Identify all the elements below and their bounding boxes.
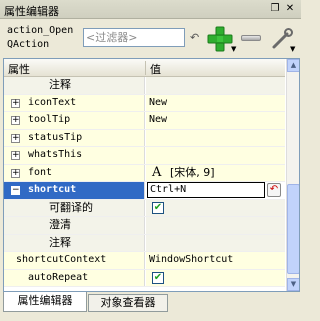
table-row[interactable]: + font A [宋体, 9] bbox=[4, 164, 285, 182]
table-row[interactable]: autoRepeat ✔ bbox=[4, 269, 285, 287]
header-value[interactable]: 值 bbox=[150, 61, 161, 77]
table-row-selected[interactable]: − shortcut Ctrl+N ↶ bbox=[4, 182, 285, 200]
vertical-scrollbar[interactable]: ▲ ▼ bbox=[286, 59, 299, 291]
table-row[interactable]: + toolTip New bbox=[4, 112, 285, 130]
table-header: 属性 值 bbox=[4, 59, 285, 77]
property-name: 可翻译的 bbox=[49, 200, 93, 214]
scroll-thumb[interactable] bbox=[287, 184, 299, 274]
shortcut-edit-field[interactable]: Ctrl+N bbox=[147, 182, 265, 198]
expand-icon[interactable]: + bbox=[11, 168, 20, 178]
tab-property-editor[interactable]: 属性编辑器 bbox=[3, 292, 87, 312]
property-name: whatsThis bbox=[28, 149, 83, 160]
checkbox-checked[interactable]: ✔ bbox=[152, 201, 164, 214]
property-name: font bbox=[28, 166, 53, 178]
clear-filter-icon[interactable]: ↶ bbox=[190, 31, 199, 44]
property-name: shortcutContext bbox=[16, 254, 107, 265]
property-value[interactable]: WindowShortcut bbox=[149, 252, 233, 268]
filter-input[interactable]: <过滤器> bbox=[83, 28, 185, 47]
collapse-icon[interactable]: − bbox=[11, 186, 20, 195]
scroll-down-icon[interactable]: ▼ bbox=[287, 278, 299, 291]
property-name: toolTip bbox=[28, 114, 71, 125]
property-name: statusTip bbox=[28, 131, 83, 143]
expand-icon[interactable]: + bbox=[11, 98, 20, 108]
property-name: 注释 bbox=[49, 235, 71, 249]
panel-titlebar: 属性编辑器 ❐ ✕ bbox=[0, 0, 301, 19]
config-dropdown-icon[interactable]: ▼ bbox=[290, 45, 295, 53]
checkbox-checked[interactable]: ✔ bbox=[152, 271, 164, 284]
property-name: shortcut bbox=[28, 184, 77, 195]
font-icon: A bbox=[152, 164, 162, 180]
plus-icon[interactable] bbox=[207, 26, 233, 52]
property-name: 注释 bbox=[49, 78, 71, 91]
property-rows: 注释 + iconText New + toolTip New + status… bbox=[4, 77, 285, 287]
tab-object-inspector[interactable]: 对象查看器 bbox=[88, 294, 168, 312]
property-name: 澄清 bbox=[49, 218, 71, 231]
table-row[interactable]: + iconText New bbox=[4, 94, 285, 112]
add-dropdown-icon[interactable]: ▼ bbox=[231, 45, 236, 53]
minus-icon[interactable] bbox=[241, 35, 261, 41]
property-name: autoRepeat bbox=[28, 271, 89, 283]
property-toolbar: action_Open QAction <过滤器> ↶ ▼ ▼ bbox=[0, 19, 301, 57]
property-value[interactable]: New bbox=[149, 112, 167, 128]
panel-title: 属性编辑器 bbox=[4, 5, 59, 18]
scroll-up-icon[interactable]: ▲ bbox=[287, 59, 299, 72]
expand-icon[interactable]: + bbox=[11, 116, 20, 125]
table-row[interactable]: 注释 bbox=[4, 234, 285, 252]
table-row[interactable]: shortcutContext WindowShortcut bbox=[4, 252, 285, 270]
dock-tabs: 属性编辑器 对象查看器 bbox=[0, 292, 301, 321]
table-row[interactable]: + whatsThis bbox=[4, 147, 285, 165]
table-row[interactable]: 澄清 bbox=[4, 217, 285, 235]
object-name-label: action_Open QAction bbox=[7, 24, 73, 52]
property-value[interactable]: New bbox=[149, 95, 167, 111]
object-name: action_Open bbox=[7, 25, 74, 36]
header-divider[interactable] bbox=[145, 61, 146, 75]
expand-icon[interactable]: + bbox=[11, 151, 20, 160]
property-name: iconText bbox=[28, 96, 77, 108]
expand-icon[interactable]: + bbox=[11, 133, 20, 143]
close-icon[interactable]: ✕ bbox=[284, 3, 296, 15]
reset-icon[interactable]: ↶ bbox=[267, 183, 281, 197]
table-row[interactable]: 可翻译的 ✔ bbox=[4, 199, 285, 217]
property-table: 属性 值 注释 + iconText New + toolTip New + s… bbox=[3, 58, 300, 292]
restore-icon[interactable]: ❐ bbox=[269, 3, 281, 15]
property-value[interactable]: [宋体, 9] bbox=[170, 165, 215, 181]
header-property[interactable]: 属性 bbox=[8, 61, 30, 77]
object-class: QAction bbox=[7, 39, 50, 50]
table-row[interactable]: 注释 bbox=[4, 77, 285, 95]
table-row[interactable]: + statusTip bbox=[4, 129, 285, 147]
